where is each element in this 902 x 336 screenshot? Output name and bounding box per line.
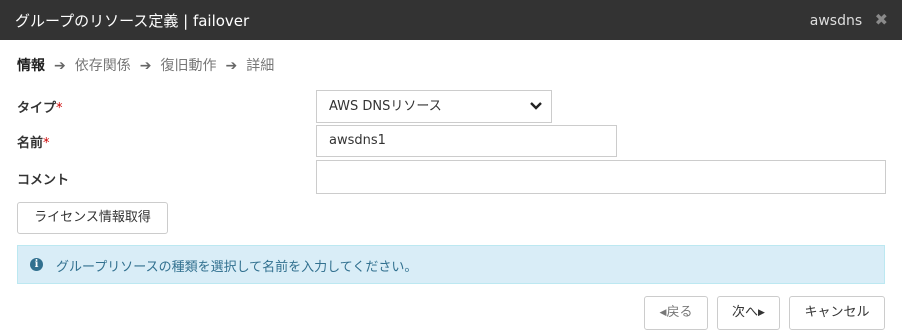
next-button-label: 次へ [732, 305, 759, 320]
step-details: 詳細 [246, 58, 275, 74]
dialog-titlebar: グループのリソース定義 | failover awsdns ✖ [0, 0, 902, 40]
type-select-value: AWS DNSリソース [329, 99, 442, 114]
info-message: グループリソースの種類を選択して名前を入力してください。 [56, 260, 418, 275]
step-info: 情報 [17, 58, 45, 74]
name-label-text: 名前 [17, 136, 44, 151]
titlebar-right: awsdns ✖ [810, 10, 888, 29]
get-license-info-button[interactable]: ライセンス情報取得 [17, 202, 168, 234]
type-label: タイプ* [17, 97, 63, 116]
close-icon[interactable]: ✖ [875, 10, 888, 29]
step-arrow-icon: ➔ [54, 58, 66, 74]
comment-label: コメント [17, 173, 70, 188]
back-button[interactable]: ◀戻る [644, 296, 708, 330]
cancel-button[interactable]: キャンセル [789, 296, 885, 330]
step-arrow-icon: ➔ [139, 58, 152, 74]
info-alert: i グループリソースの種類を選択して名前を入力してください。 [17, 245, 885, 284]
back-button-label: 戻る [666, 305, 693, 320]
step-dependency: 依存関係 [74, 58, 131, 74]
resource-name: awsdns [809, 13, 863, 29]
type-select[interactable]: AWS DNSリソース [316, 90, 552, 123]
step-arrow-icon: ➔ [225, 58, 238, 74]
triangle-right-icon: ▶ [758, 308, 765, 318]
type-label-text: タイプ [17, 101, 57, 116]
step-recovery: 復旧動作 [160, 58, 217, 74]
dialog-title: グループのリソース定義 | failover [15, 12, 250, 30]
wizard-steps: 情報 ➔ 依存関係 ➔ 復旧動作 ➔ 詳細 [17, 55, 274, 75]
info-icon: i [30, 258, 43, 271]
comment-input[interactable] [316, 160, 886, 194]
required-mark: * [43, 136, 50, 151]
next-button[interactable]: 次へ▶ [717, 296, 780, 330]
name-label: 名前* [17, 132, 50, 151]
required-mark: * [56, 101, 63, 116]
name-input[interactable]: awsdns1 [316, 125, 617, 157]
